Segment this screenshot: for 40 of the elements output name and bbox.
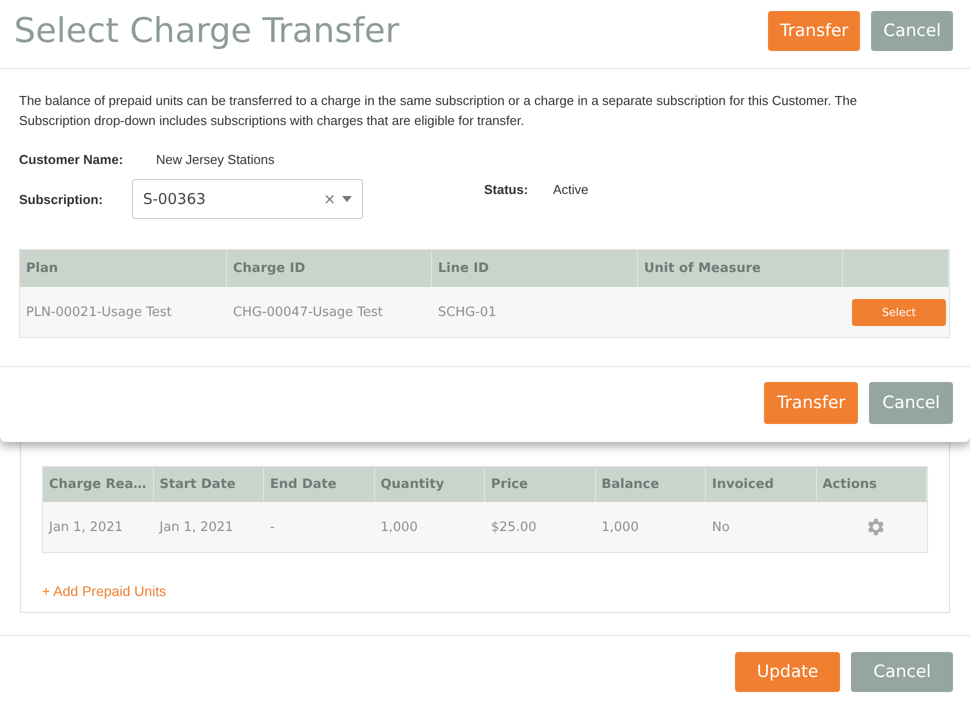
column-header: Line ID	[432, 250, 638, 287]
table-cell: 1,000	[596, 502, 706, 552]
table-cell: -	[264, 502, 374, 552]
table-cell: PLN-00021-Usage Test	[20, 287, 227, 337]
caret-icon[interactable]	[342, 196, 352, 202]
cancel-button[interactable]: Cancel	[871, 11, 953, 51]
cancel-button[interactable]: Cancel	[851, 652, 953, 692]
table-cell: No	[706, 502, 816, 552]
column-header: Actions	[816, 467, 927, 502]
column-header: Plan	[20, 250, 227, 287]
column-header: Charge ID	[227, 250, 432, 287]
description-text: The balance of prepaid units can be transferred to a charge in the same subscription or a charge in a separate subscription for this Customer. The Subscription drop-down includes subscriptions with charges that are eligible for transfer.	[19, 92, 858, 130]
primary-button[interactable]: Transfer	[764, 382, 858, 424]
primary-button[interactable]: Transfer	[768, 11, 860, 51]
table-cell: Jan 1, 2021	[43, 502, 154, 552]
subscription-dropdown[interactable]: S-00363 ×	[132, 179, 363, 219]
cancel-button[interactable]: Cancel	[869, 382, 953, 424]
column-header: Quantity	[374, 467, 485, 502]
field-label: Customer Name:	[19, 152, 124, 167]
table-cell: 1,000	[374, 502, 485, 552]
column-header: Invoiced	[706, 467, 816, 502]
dialog-title: Select Charge Transfer	[14, 11, 400, 51]
column-header: Unit of Measure	[638, 250, 843, 287]
table-cell: $25.00	[485, 502, 596, 552]
select-button[interactable]: Select	[852, 298, 946, 326]
column-header: Balance	[596, 467, 706, 502]
column-header: Price	[485, 467, 596, 502]
column-header: End Date	[264, 467, 374, 502]
primary-button[interactable]: Update	[734, 652, 840, 692]
field-label: Subscription:	[19, 192, 104, 206]
table-cell: SCHG-01	[432, 287, 638, 337]
status-value: Active	[553, 182, 588, 196]
column-header: Charge Rea…	[43, 467, 154, 502]
table-cell: Jan 1, 2021	[154, 502, 264, 552]
clear-icon[interactable]: ×	[323, 190, 336, 208]
table-cell: CHG-00047-Usage Test	[227, 287, 432, 337]
customer-name-value: New Jersey Stations	[156, 152, 274, 167]
field-label: Status:	[484, 182, 530, 196]
add-prepaid-units-link[interactable]: + Add Prepaid Units	[42, 583, 166, 599]
column-header: Start Date	[154, 467, 264, 502]
